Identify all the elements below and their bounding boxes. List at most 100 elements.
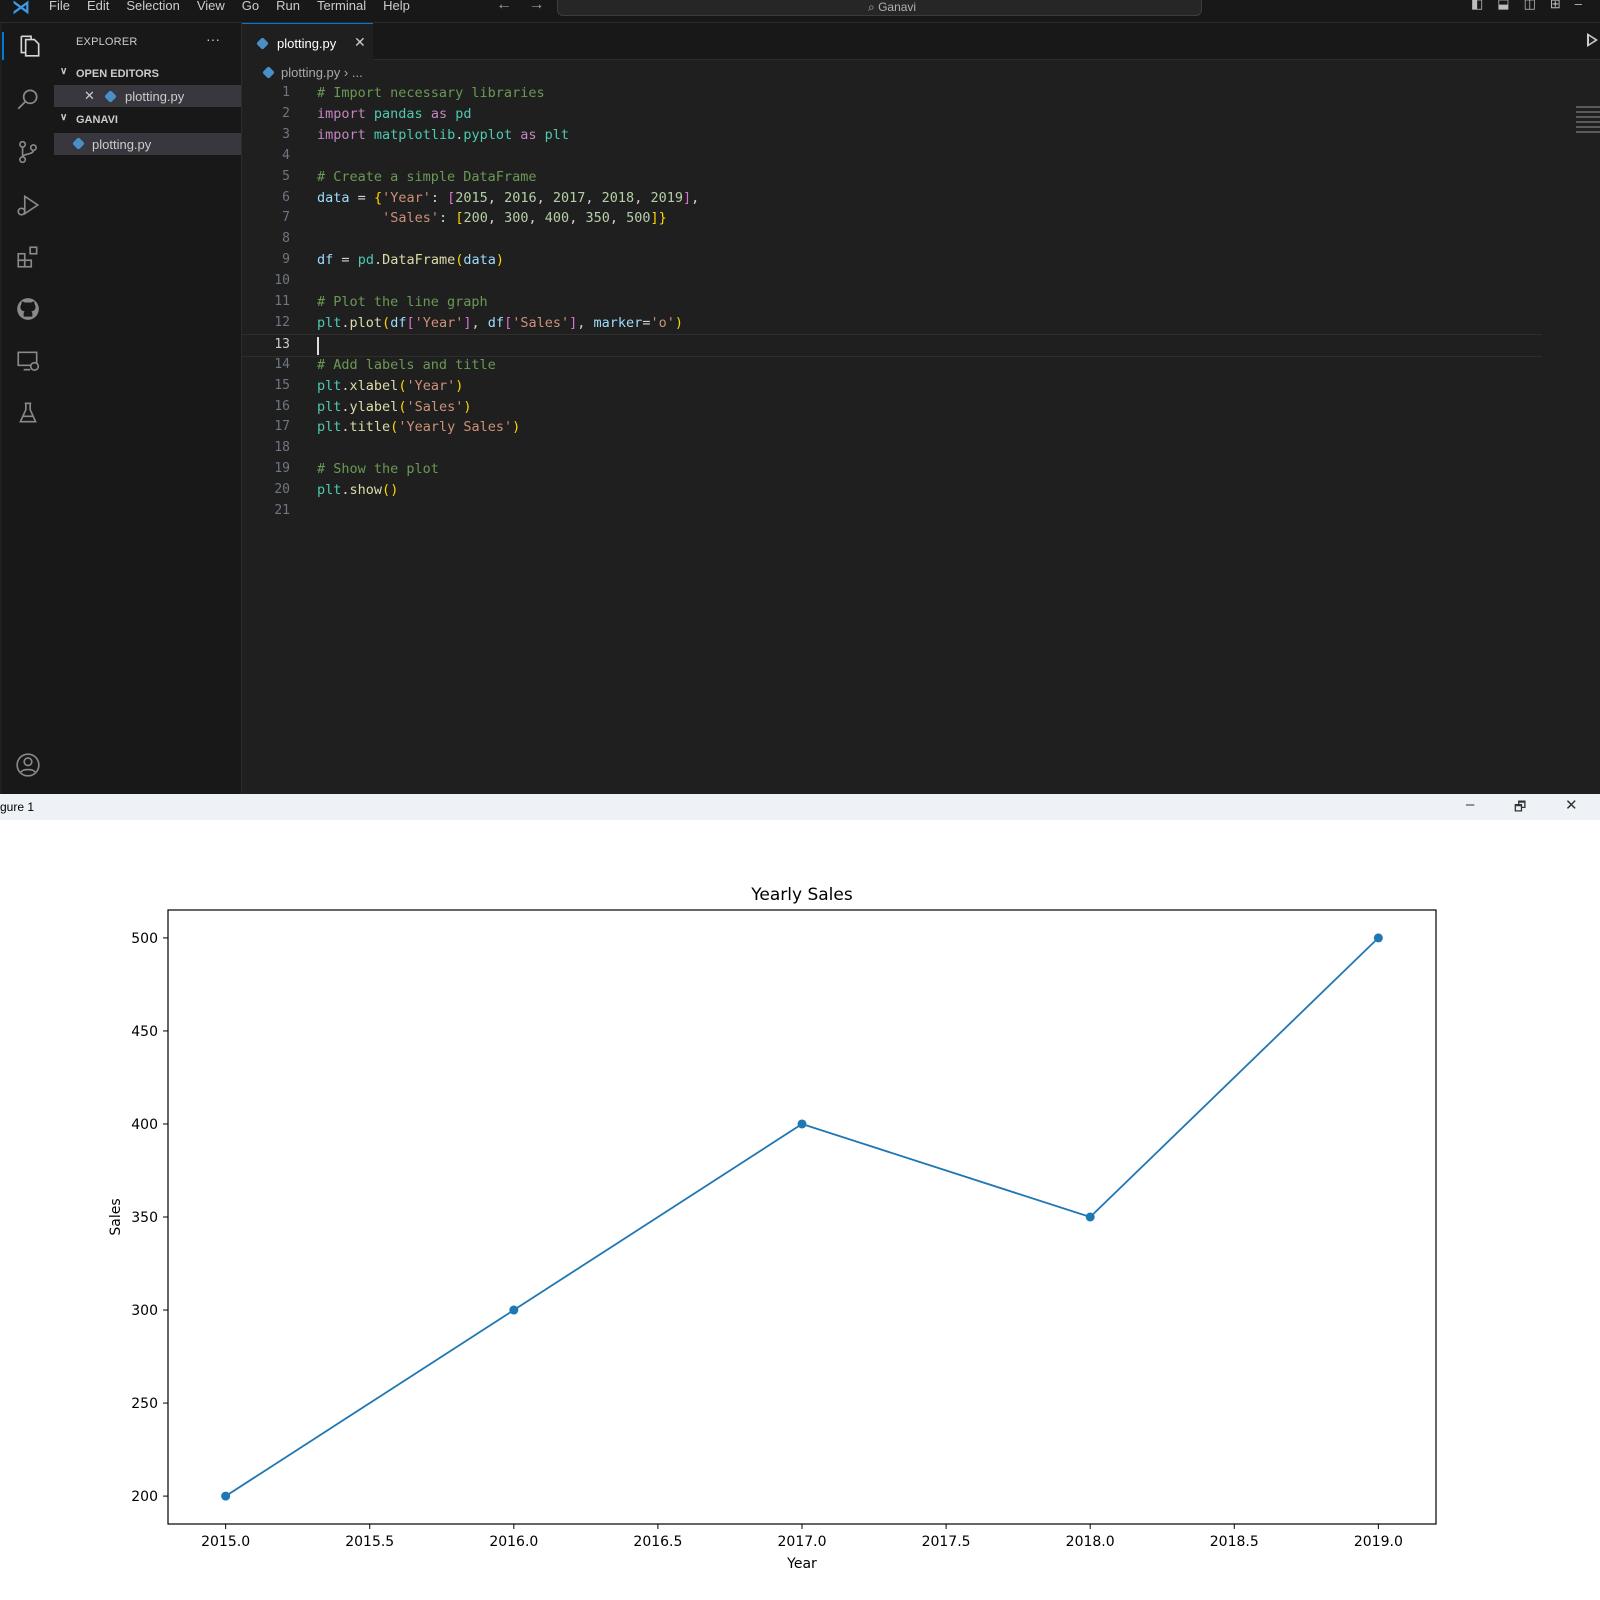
toggle-primary-sidebar-icon[interactable]: ◧ (1471, 0, 1483, 12)
forward-arrow-icon[interactable]: → (528, 0, 544, 13)
series-line (225, 937, 1379, 1497)
line-chart: 2015.0 2015.5 2016.0 2016.5 2017.0 2017.5 2018… (108, 885, 1437, 1572)
line-number: 19 (274, 461, 290, 477)
code-line[interactable]: 7 'Sales': [200, 300, 400, 350, 500]} (242, 208, 1542, 229)
code-text: import pandas as pd (317, 105, 472, 122)
menu-edit[interactable]: Edit (87, 0, 109, 14)
breadcrumb-file[interactable]: plotting.py (281, 65, 340, 80)
code-line[interactable]: 5 # Create a simple DataFrame (242, 167, 1542, 188)
code-line[interactable]: 16 plt.ylabel('Sales') (242, 397, 1542, 418)
breadcrumb-symbol[interactable]: ... (352, 65, 363, 80)
nav-arrows: ← → (496, 0, 556, 14)
extensions-icon[interactable] (14, 243, 42, 271)
code-text: # Create a simple DataFrame (317, 168, 537, 185)
menu-help[interactable]: Help (383, 0, 410, 14)
python-file-icon (104, 90, 117, 103)
code-text (317, 336, 319, 356)
x-axis-label: Year (786, 1556, 817, 1572)
code-line[interactable]: 21 (242, 501, 1542, 522)
line-number: 10 (274, 273, 290, 289)
x-tick-label: 2015.5 (345, 1534, 394, 1550)
data-point-marker (509, 1305, 519, 1315)
y-tick-label: 250 (131, 1396, 158, 1412)
menu-file[interactable]: File (49, 0, 70, 14)
tab-label: plotting.py (277, 36, 337, 51)
code-line[interactable]: 10 (242, 271, 1542, 292)
figure-title-bar: gure 1 – 🗗 ✕ (0, 794, 1600, 820)
command-center[interactable]: ⌕ Ganavi (557, 0, 1202, 16)
data-point-marker (797, 1119, 807, 1129)
y-axis-label: Sales (108, 1198, 124, 1235)
code-line[interactable]: 17 plt.title('Yearly Sales') (242, 417, 1542, 438)
workspace-file-item[interactable]: plotting.py (54, 133, 241, 155)
code-line[interactable]: 3 import matplotlib.pyplot as plt (242, 125, 1542, 146)
menu-bar: File Edit Selection View Go Run Terminal… (49, 0, 427, 14)
code-line[interactable]: 20 plt.show() (242, 480, 1542, 501)
remote-explorer-icon[interactable] (14, 347, 42, 375)
code-line[interactable]: 4 (242, 146, 1542, 167)
code-line[interactable]: 8 (242, 229, 1542, 250)
x-tick-label: 2018.5 (1210, 1534, 1259, 1550)
code-line[interactable]: 15 plt.xlabel('Year') (242, 376, 1542, 397)
code-line[interactable]: 1 # Import necessary libraries (242, 83, 1542, 104)
code-line[interactable]: 6 data = {'Year': [2015, 2016, 2017, 2018… (242, 188, 1542, 209)
back-arrow-icon[interactable]: ← (496, 0, 512, 13)
x-tick-label: 2019.0 (1354, 1534, 1403, 1550)
line-number: 11 (274, 294, 290, 309)
code-text: # Plot the line graph (317, 294, 488, 310)
close-icon[interactable]: ✕ (1565, 796, 1578, 814)
line-number: 7 (282, 210, 290, 226)
code-text: 'Sales': [200, 300, 400, 350, 500]} (382, 210, 667, 227)
run-debug-icon[interactable] (14, 191, 42, 219)
code-line[interactable]: 2 import pandas as pd (242, 104, 1542, 125)
code-line[interactable]: 12 plt.plot(df['Year'], df['Sales'], mark… (242, 313, 1542, 334)
line-number: 5 (282, 168, 290, 184)
code-text: plt.title('Yearly Sales') (317, 419, 521, 436)
search-icon[interactable] (14, 85, 42, 113)
workspace-section[interactable]: ∨ GANAVI (54, 109, 241, 131)
code-line[interactable]: 14 # Add labels and title (242, 355, 1542, 376)
menu-go[interactable]: Go (242, 0, 259, 14)
plot-area-frame (167, 909, 1437, 1525)
explorer-more-icon[interactable]: ··· (206, 31, 220, 47)
github-icon[interactable] (14, 295, 42, 323)
data-point-marker (221, 1491, 231, 1501)
code-line[interactable]: 13 (242, 333, 1542, 357)
menu-view[interactable]: View (197, 0, 225, 14)
source-control-icon[interactable] (14, 138, 42, 166)
figure-window-title: gure 1 (0, 800, 35, 814)
minimize-icon[interactable]: – (1575, 0, 1582, 12)
line-number: 17 (274, 419, 290, 435)
line-number: 3 (282, 126, 290, 142)
open-editors-section[interactable]: ∨ OPEN EDITORS (54, 63, 241, 85)
x-tick-label: 2016.5 (633, 1534, 682, 1550)
testing-icon[interactable] (14, 399, 42, 427)
code-line[interactable]: 18 (242, 438, 1542, 459)
editor-area: plotting.py ✕ plotting.py › ... 1 # Impor… (242, 23, 1600, 794)
code-text: # Add labels and title (317, 356, 496, 373)
code-line[interactable]: 9 df = pd.DataFrame(data) (242, 250, 1542, 271)
account-icon[interactable] (14, 751, 42, 779)
line-number: 14 (274, 356, 290, 372)
customize-layout-icon[interactable]: ⊞ (1550, 0, 1561, 12)
toggle-secondary-sidebar-icon[interactable]: ◫ (1524, 0, 1536, 12)
explorer-icon[interactable] (2, 32, 56, 60)
code-line[interactable]: 11 # Plot the line graph (242, 292, 1542, 313)
menu-run[interactable]: Run (276, 0, 300, 14)
line-number: 2 (282, 105, 290, 121)
open-editor-item[interactable]: ✕ plotting.py (54, 85, 241, 107)
close-tab-icon[interactable]: ✕ (354, 34, 366, 51)
toggle-panel-icon[interactable]: ⬓ (1497, 0, 1509, 12)
vscode-logo-icon: ⋊ (12, 0, 30, 17)
line-number: 21 (274, 503, 290, 518)
restore-icon[interactable]: 🗗 (1514, 798, 1526, 820)
tab-plotting-py[interactable]: plotting.py ✕ (242, 23, 373, 60)
minimap[interactable] (1576, 106, 1600, 146)
explorer-title: EXPLORER (76, 36, 138, 48)
close-icon[interactable]: ✕ (84, 88, 95, 104)
run-python-file-icon[interactable] (1587, 33, 1598, 47)
menu-selection[interactable]: Selection (126, 0, 179, 14)
code-line[interactable]: 19 # Show the plot (242, 459, 1542, 480)
minimize-icon[interactable]: – (1466, 796, 1474, 813)
menu-terminal[interactable]: Terminal (317, 0, 366, 14)
